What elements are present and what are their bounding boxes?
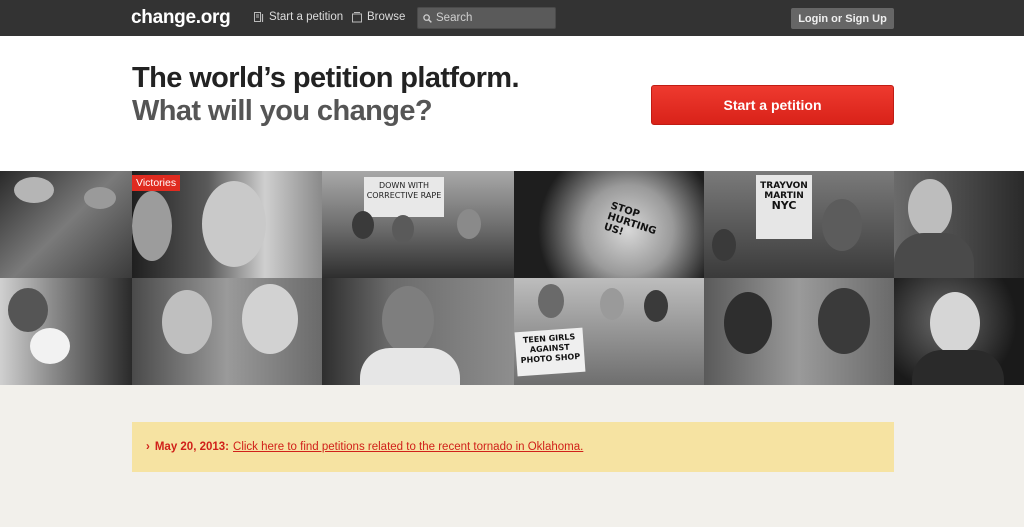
- rally-sign-city: NYC: [771, 199, 797, 212]
- photo-tile-singer[interactable]: [894, 278, 1024, 385]
- photo-tile-stop-hurting-us-hand[interactable]: STOP HURTING US!: [514, 171, 704, 278]
- search-icon: [423, 13, 432, 23]
- face-shape: [644, 290, 668, 322]
- petition-icon: [254, 11, 264, 22]
- face-shape: [457, 209, 481, 239]
- teen-girls-sign: TEEN GIRLS AGAINST PHOTO SHOP: [514, 327, 586, 377]
- face-shape: [202, 181, 266, 267]
- face-shape: [930, 292, 980, 354]
- helmet-shape: [14, 177, 54, 203]
- nav-browse-label: Browse: [367, 11, 406, 23]
- face-shape: [352, 211, 374, 239]
- victories-badge[interactable]: Victories: [132, 175, 181, 191]
- tornado-notice-banner: › May 20, 2013: Click here to find petit…: [132, 422, 894, 472]
- search-box[interactable]: [417, 7, 556, 29]
- photo-tile-teen-girls[interactable]: TEEN GIRLS AGAINST PHOTO SHOP: [514, 278, 704, 385]
- notice-area: › May 20, 2013: Click here to find petit…: [0, 385, 1024, 527]
- headline-line-1: The world’s petition platform.: [132, 62, 520, 94]
- nav-start-petition-link[interactable]: Start a petition: [254, 11, 343, 23]
- hand-sign-text: STOP HURTING US!: [602, 200, 658, 239]
- nav-browse-link[interactable]: Browse: [352, 11, 405, 23]
- start-petition-button[interactable]: Start a petition: [651, 85, 894, 125]
- hero-section: The world’s petition platform. What will…: [0, 36, 1024, 171]
- photo-tile-boxer[interactable]: [0, 278, 132, 385]
- photo-tile-smiling-man[interactable]: [894, 171, 1024, 278]
- face-shape: [908, 179, 952, 237]
- browse-icon: [352, 11, 362, 22]
- photo-tile-officials[interactable]: [132, 278, 322, 385]
- rally-sign-name: TRAYVON MARTIN: [760, 181, 808, 201]
- rally-sign: TRAYVON MARTIN NYC: [756, 175, 812, 239]
- face-shape: [132, 191, 172, 261]
- photo-tile-trayvon-rally[interactable]: TRAYVON MARTIN NYC: [704, 171, 894, 278]
- protest-sign: DOWN WITH CORRECTIVE RAPE: [364, 177, 444, 217]
- jacket-shape: [912, 350, 1004, 385]
- face-shape: [242, 284, 298, 354]
- head-shape: [8, 288, 48, 332]
- face-shape: [382, 286, 434, 354]
- notice-date: May 20, 2013:: [154, 441, 230, 453]
- shoulders-shape: [894, 233, 974, 278]
- login-signup-button[interactable]: Login or Sign Up: [791, 8, 894, 29]
- face-shape: [712, 229, 736, 261]
- hero-headline: The world’s petition platform. What will…: [132, 62, 520, 128]
- nav-start-petition-label: Start a petition: [269, 11, 344, 23]
- photo-tile-young-man[interactable]: [322, 278, 514, 385]
- face-shape: [600, 288, 624, 320]
- change-org-logo[interactable]: change.org: [131, 7, 231, 29]
- face-shape: [392, 215, 414, 243]
- headline-line-2: What will you change?: [132, 95, 433, 127]
- face-shape: [818, 288, 870, 354]
- face-shape: [162, 290, 212, 354]
- chevron-right-icon: ›: [146, 441, 150, 453]
- photo-tile-protest-sign[interactable]: DOWN WITH CORRECTIVE RAPE: [322, 171, 514, 278]
- photo-tile-firefighters[interactable]: [0, 171, 132, 278]
- helmet-shape: [84, 187, 116, 209]
- tornado-petitions-link[interactable]: Click here to find petitions related to …: [233, 441, 583, 453]
- search-input[interactable]: [436, 12, 546, 24]
- victories-photo-mosaic: Victories DOWN WITH CORRECTIVE RAPE STOP…: [0, 171, 1024, 385]
- face-shape: [822, 199, 862, 251]
- photo-tile-two-women[interactable]: [704, 278, 894, 385]
- top-navigation-bar: change.org Start a petition Browse Login…: [0, 0, 1024, 36]
- face-shape: [724, 292, 772, 354]
- boxing-glove-shape: [30, 328, 70, 364]
- shirt-shape: [360, 348, 460, 385]
- face-shape: [538, 284, 564, 318]
